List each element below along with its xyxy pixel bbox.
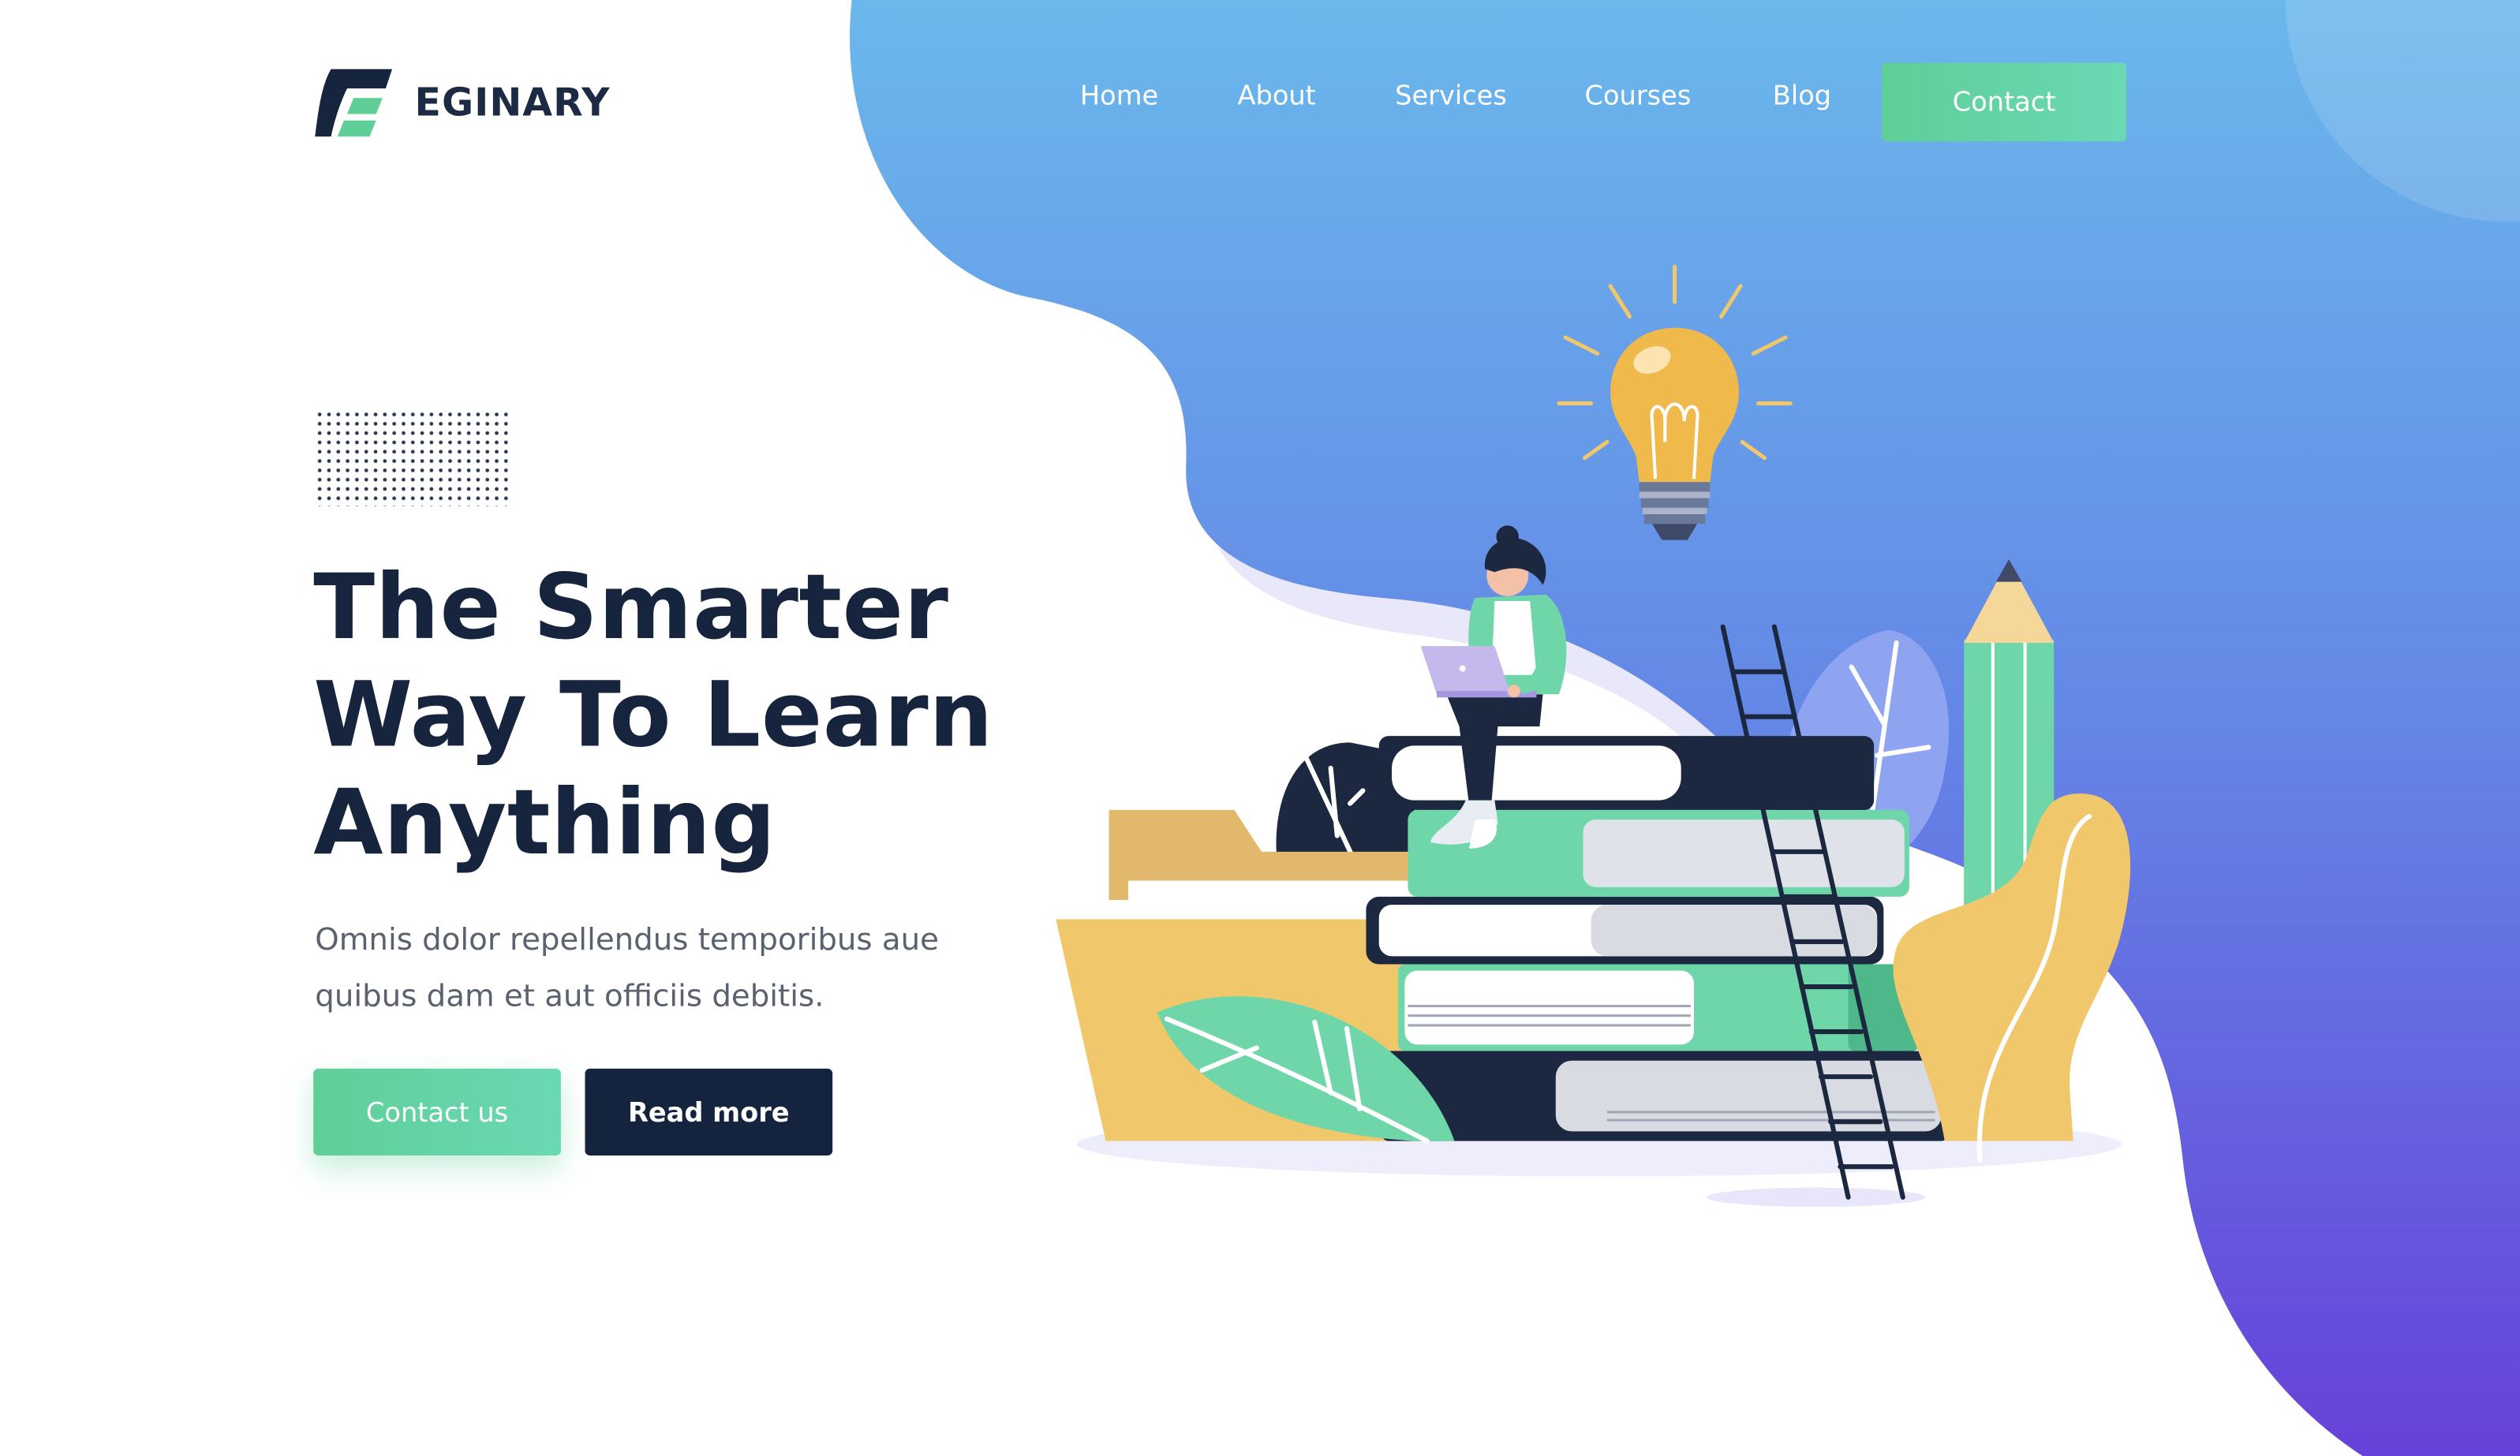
hero-description-line: Omnis dolor repellendus temporibus aue — [315, 922, 939, 958]
nav-item-home[interactable]: Home — [1080, 80, 1158, 111]
hero-description: Omnis dolor repellendus temporibus aue q… — [315, 913, 939, 1025]
hero-title-line: Anything — [313, 771, 776, 876]
landing-page: EGINARY Home About Services Courses Blog… — [0, 0, 2520, 1456]
nav-contact-button[interactable]: Contact — [1882, 62, 2126, 142]
nav-item-services[interactable]: Services — [1395, 80, 1507, 111]
dot-grid-decoration — [315, 409, 508, 506]
stylized-e-icon — [315, 69, 393, 137]
hero-title-line: Way To Learn — [313, 663, 994, 768]
nav-item-about[interactable]: About — [1237, 80, 1315, 111]
brand-logo[interactable]: EGINARY — [315, 66, 610, 140]
nav-item-courses[interactable]: Courses — [1584, 80, 1691, 111]
book-stack-icon — [1366, 736, 1948, 1141]
contact-us-button[interactable]: Contact us — [313, 1068, 561, 1155]
lightbulb-icon — [1557, 264, 1793, 540]
hero-description-line: quibus dam et aut officiis debitis. — [315, 978, 824, 1014]
nav-item-blog[interactable]: Blog — [1773, 80, 1831, 111]
hero-title-line: The Smarter — [313, 555, 949, 661]
brand-name: EGINARY — [414, 80, 611, 125]
read-more-button[interactable]: Read more — [585, 1068, 833, 1155]
hero-title: The Smarter Way To Learn Anything — [313, 554, 993, 878]
